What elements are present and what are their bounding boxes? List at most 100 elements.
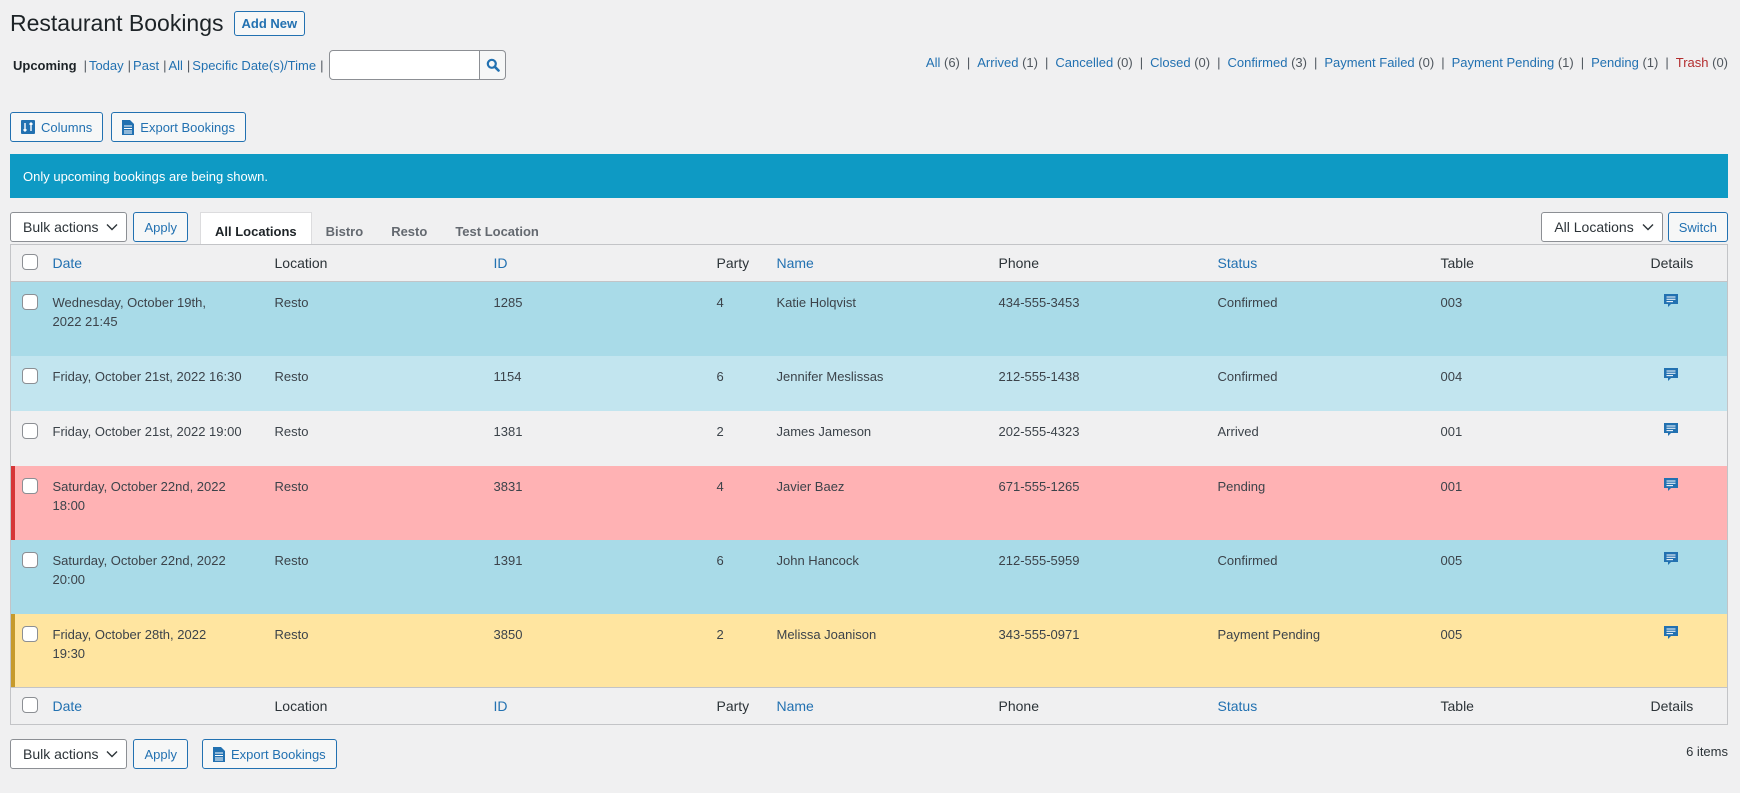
separator: | <box>127 57 132 73</box>
row-checkbox[interactable] <box>22 477 38 494</box>
status-count: (6) <box>943 55 960 70</box>
cell-name: John Hancock <box>776 552 859 568</box>
status-filter-closed[interactable]: Closed <box>1150 55 1190 70</box>
search-button[interactable] <box>480 50 507 80</box>
column-name-footer[interactable]: Name <box>768 687 991 725</box>
apply-button-bottom[interactable]: Apply <box>133 739 189 769</box>
status-filter-trash[interactable]: Trash <box>1676 55 1709 70</box>
status-filter-pending[interactable]: Pending <box>1591 55 1639 70</box>
column-name[interactable]: Name <box>768 244 991 282</box>
cell-id: 1154 <box>493 368 522 384</box>
document-icon <box>122 119 135 135</box>
cell-location: Resto <box>274 295 309 310</box>
add-new-button[interactable]: Add New <box>233 11 306 36</box>
cell-status: Confirmed <box>1217 368 1278 384</box>
bulk-actions-group: Bulk actions Apply <box>10 212 189 242</box>
export-bookings-button-bottom[interactable]: Export Bookings <box>202 739 337 769</box>
column-status-footer[interactable]: Status <box>1209 687 1433 725</box>
date-filter-upcoming[interactable]: Upcoming <box>10 58 80 73</box>
select-all-checkbox-footer[interactable] <box>22 696 38 713</box>
select-all-cell <box>10 244 45 282</box>
status-filter-payment-pending[interactable]: Payment Pending <box>1452 55 1555 70</box>
cell-id: 1381 <box>493 423 523 439</box>
details-comment-icon[interactable] <box>1663 477 1679 498</box>
table-row[interactable]: Wednesday, October 19th, 2022 21:45 Rest… <box>10 281 1728 356</box>
date-filter-today[interactable]: Today <box>89 58 124 73</box>
location-select[interactable]: All Locations <box>1541 212 1663 242</box>
date-filter-specific[interactable]: Specific Date(s)/Time <box>192 58 316 73</box>
details-comment-icon[interactable] <box>1663 293 1679 314</box>
table-row[interactable]: Friday, October 21st, 2022 16:30 Resto 1… <box>10 355 1728 411</box>
export-bookings-label: Export Bookings <box>140 119 235 135</box>
column-phone: Phone <box>990 244 1210 282</box>
details-comment-icon[interactable] <box>1663 367 1679 388</box>
cell-phone: 343-555-0971 <box>998 626 1080 642</box>
bulk-actions-select[interactable]: Bulk actions <box>10 212 128 242</box>
cell-status: Confirmed <box>1217 295 1278 310</box>
cell-party: 2 <box>716 423 724 439</box>
column-date[interactable]: Date <box>44 244 267 282</box>
column-party-footer: Party <box>708 687 769 725</box>
status-filter-all[interactable]: All <box>926 55 940 70</box>
separator: | <box>83 57 87 73</box>
status-filter-payment-failed[interactable]: Payment Failed <box>1324 55 1414 70</box>
row-checkbox[interactable] <box>22 422 38 439</box>
tab-bistro[interactable]: Bistro <box>312 212 378 244</box>
location-select-value: All Locations <box>1554 219 1634 235</box>
cell-name: Javier Baez <box>776 478 845 494</box>
column-id[interactable]: ID <box>485 244 709 282</box>
cell-id: 1391 <box>493 552 523 568</box>
bulk-actions-select-bottom[interactable]: Bulk actions <box>10 739 128 769</box>
column-id-footer[interactable]: ID <box>485 687 709 725</box>
cell-table: 001 <box>1440 478 1463 494</box>
columns-button[interactable]: Columns <box>10 112 104 142</box>
column-table: Table <box>1432 244 1643 282</box>
details-comment-icon[interactable] <box>1663 551 1679 572</box>
bookings-table: Date Location ID Party Name Phone Status… <box>10 244 1728 725</box>
export-bookings-button[interactable]: Export Bookings <box>111 112 246 142</box>
details-comment-icon[interactable] <box>1663 625 1679 646</box>
table-row[interactable]: Friday, October 28th, 2022 19:30 Resto 3… <box>10 613 1728 688</box>
status-filter-confirmed[interactable]: Confirmed <box>1227 55 1287 70</box>
cell-phone: 671-555-1265 <box>998 478 1080 494</box>
row-select-cell <box>11 411 45 466</box>
bulk-actions-value: Bulk actions <box>23 219 99 235</box>
column-status[interactable]: Status <box>1209 244 1433 282</box>
table-row[interactable]: Friday, October 21st, 2022 19:00 Resto 1… <box>10 410 1728 466</box>
row-checkbox[interactable] <box>22 625 38 642</box>
tablenav-bottom: Bulk actions Apply Export Bookings <box>10 738 1728 770</box>
search-input[interactable] <box>329 50 481 80</box>
top-toolbar: Columns Export Bookings <box>10 112 246 142</box>
date-filter-all[interactable]: All <box>168 58 182 73</box>
cell-details <box>1643 540 1728 614</box>
chevron-down-icon <box>1642 224 1654 231</box>
cell-date: Wednesday, October 19th, 2022 21:45 <box>52 295 206 329</box>
date-filter-past[interactable]: Past <box>133 58 159 73</box>
cell-name: Jennifer Meslissas <box>776 368 884 384</box>
tab-resto[interactable]: Resto <box>377 212 441 244</box>
row-select-cell <box>11 282 45 356</box>
apply-button[interactable]: Apply <box>133 212 189 242</box>
switch-button[interactable]: Switch <box>1667 212 1728 242</box>
tab-all-locations[interactable]: All Locations <box>200 212 312 244</box>
status-filter-cancelled[interactable]: Cancelled <box>1055 55 1113 70</box>
separator: | <box>966 55 971 70</box>
row-checkbox[interactable] <box>22 367 38 384</box>
column-date-footer[interactable]: Date <box>44 687 267 725</box>
table-row[interactable]: Saturday, October 22nd, 2022 20:00 Resto… <box>10 539 1728 614</box>
details-comment-icon[interactable] <box>1663 422 1679 443</box>
cell-phone: 202-555-4323 <box>998 423 1080 439</box>
page-title: Restaurant Bookings <box>10 10 224 36</box>
separator: | <box>1441 55 1445 70</box>
cell-table: 005 <box>1440 626 1463 642</box>
search-icon <box>486 58 500 72</box>
row-checkbox[interactable] <box>22 551 38 568</box>
tab-test-location[interactable]: Test Location <box>441 212 553 244</box>
table-row[interactable]: Saturday, October 22nd, 2022 18:00 Resto… <box>10 465 1728 540</box>
column-table-footer: Table <box>1432 687 1643 725</box>
cell-party: 6 <box>716 552 724 568</box>
row-checkbox[interactable] <box>22 294 38 310</box>
select-all-checkbox[interactable] <box>22 253 38 270</box>
status-filter-arrived[interactable]: Arrived <box>977 55 1018 70</box>
separator: | <box>1139 55 1144 70</box>
